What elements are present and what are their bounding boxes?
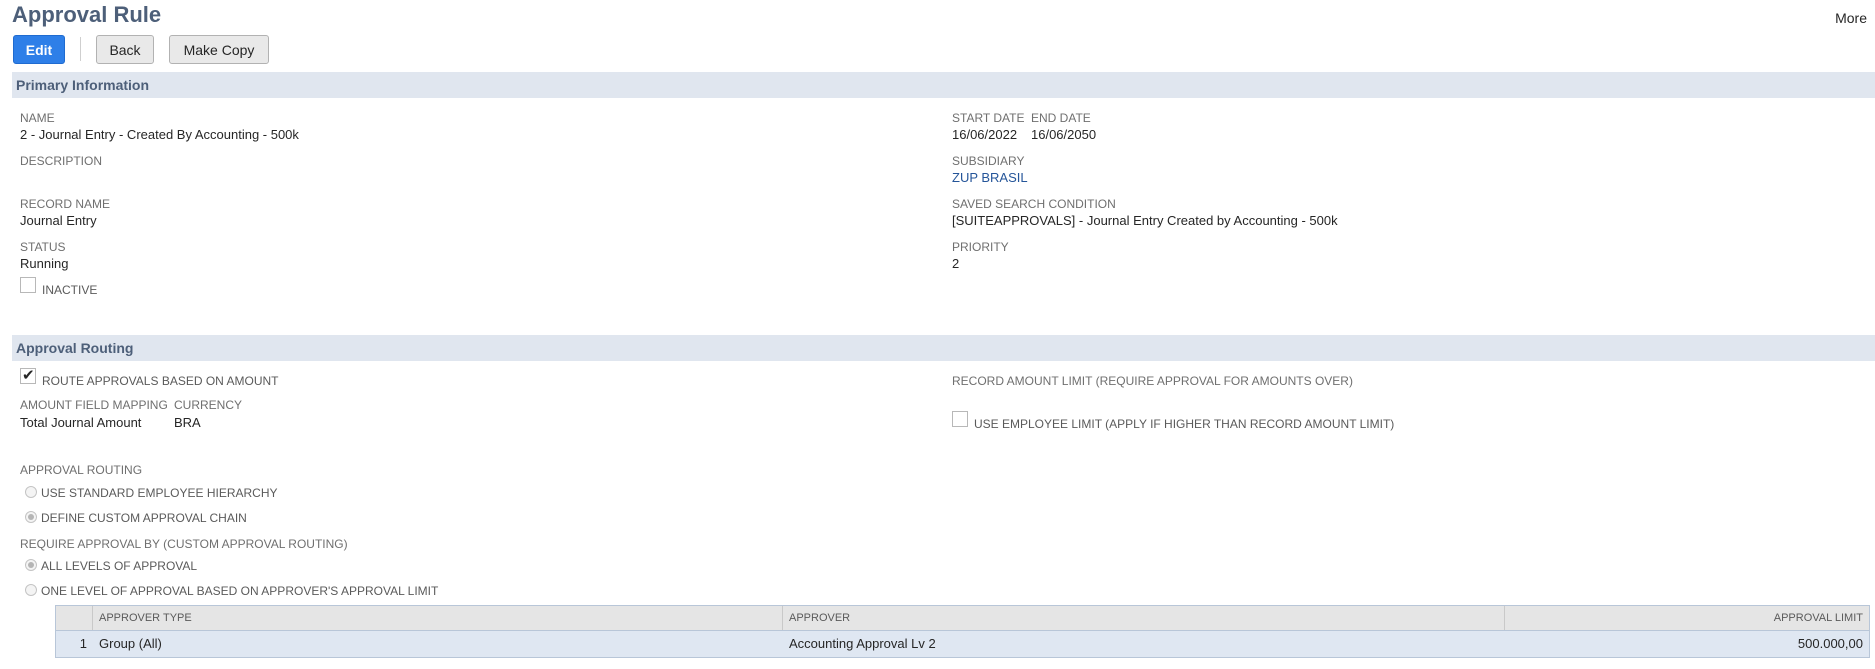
radio-standard-employee-hierarchy[interactable] (25, 486, 37, 498)
status-value: Running (20, 256, 69, 271)
inactive-label: INACTIVE (42, 283, 98, 297)
radio-standard-employee-hierarchy-label: USE STANDARD EMPLOYEE HIERARCHY (41, 486, 278, 500)
start-date-value: 16/06/2022 (952, 127, 1018, 142)
radio-custom-approval-chain-label: DEFINE CUSTOM APPROVAL CHAIN (41, 511, 247, 525)
record-name-label: RECORD NAME (20, 197, 111, 211)
table-row[interactable]: 1 Group (All) Accounting Approval Lv 2 5… (56, 631, 1869, 657)
approvers-table-header: APPROVER TYPE APPROVER APPROVAL LIMIT (56, 606, 1869, 631)
section-header-approval-routing[interactable]: Approval Routing (12, 335, 1875, 361)
radio-one-level-approval-limit-label: ONE LEVEL OF APPROVAL BASED ON APPROVER'… (41, 584, 439, 598)
priority-value: 2 (952, 256, 960, 271)
row-number: 1 (79, 636, 87, 651)
priority-label: PRIORITY (952, 240, 1009, 254)
record-name-value: Journal Entry (20, 213, 97, 228)
column-header-approver-type[interactable]: APPROVER TYPE (93, 606, 783, 630)
saved-search-condition-label: SAVED SEARCH CONDITION (952, 197, 1116, 211)
saved-search-condition-value: [SUITEAPPROVALS] - Journal Entry Created… (952, 213, 1338, 228)
start-date-label: START DATE (952, 111, 1025, 125)
inactive-checkbox[interactable] (20, 277, 36, 293)
amount-field-mapping-value: Total Journal Amount (20, 415, 142, 430)
approver-cell: Accounting Approval Lv 2 (789, 636, 936, 651)
radio-custom-approval-chain[interactable] (25, 511, 37, 523)
column-header-row-number (56, 606, 93, 630)
approval-limit-cell: 500.000,00 (1797, 636, 1863, 651)
currency-value: BRA (174, 415, 201, 430)
end-date-value: 16/06/2050 (1031, 127, 1097, 142)
column-header-approver[interactable]: APPROVER (783, 606, 1505, 630)
more-menu-link[interactable]: More (1835, 10, 1867, 26)
radio-one-level-approval-limit[interactable] (25, 584, 37, 596)
approvers-table: APPROVER TYPE APPROVER APPROVAL LIMIT 1 … (55, 605, 1870, 658)
radio-all-levels-of-approval-label: ALL LEVELS OF APPROVAL (41, 559, 198, 573)
make-copy-button[interactable]: Make Copy (169, 35, 269, 64)
route-approvals-amount-label: ROUTE APPROVALS BASED ON AMOUNT (42, 374, 279, 388)
status-label: STATUS (20, 240, 66, 254)
require-approval-by-label: REQUIRE APPROVAL BY (CUSTOM APPROVAL ROU… (20, 537, 348, 551)
section-header-primary-information[interactable]: Primary Information (12, 72, 1875, 98)
page-title: Approval Rule (12, 2, 162, 27)
amount-field-mapping-label: AMOUNT FIELD MAPPING (20, 398, 168, 412)
name-label: NAME (20, 111, 55, 125)
edit-button[interactable]: Edit (13, 35, 65, 64)
use-employee-limit-label: USE EMPLOYEE LIMIT (APPLY IF HIGHER THAN… (974, 417, 1395, 431)
name-value: 2 - Journal Entry - Created By Accountin… (20, 127, 299, 142)
toolbar-separator (80, 37, 81, 61)
currency-label: CURRENCY (174, 398, 243, 412)
approval-routing-label: APPROVAL ROUTING (20, 463, 143, 477)
subsidiary-label: SUBSIDIARY (952, 154, 1025, 168)
approver-type-cell: Group (All) (99, 636, 162, 651)
back-button[interactable]: Back (96, 35, 154, 64)
end-date-label: END DATE (1031, 111, 1091, 125)
subsidiary-link[interactable]: ZUP BRASIL (952, 170, 1028, 185)
route-approvals-amount-checkbox[interactable] (20, 366, 36, 384)
use-employee-limit-checkbox[interactable] (952, 411, 968, 427)
radio-all-levels-of-approval[interactable] (25, 559, 37, 571)
record-amount-limit-label: RECORD AMOUNT LIMIT (REQUIRE APPROVAL FO… (952, 374, 1353, 388)
description-label: DESCRIPTION (20, 154, 103, 168)
column-header-approval-limit[interactable]: APPROVAL LIMIT (1505, 606, 1869, 630)
